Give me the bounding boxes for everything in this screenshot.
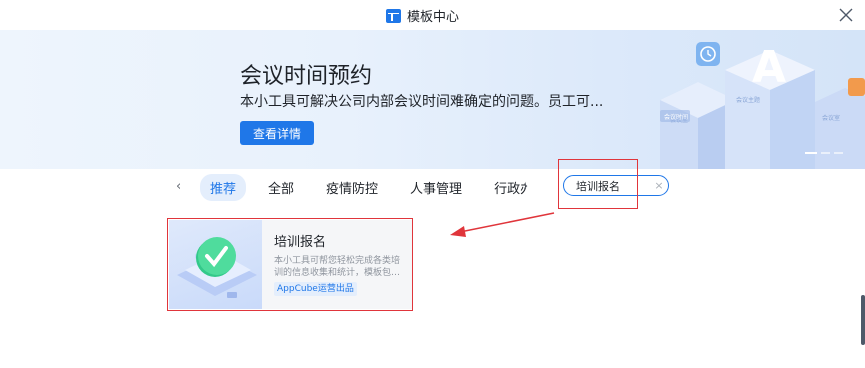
category-tabs: 推荐 全部 疫情防控 人事管理 行政办公 (200, 173, 526, 201)
check-document-icon (177, 237, 257, 298)
tabs-prev-arrow[interactable]: ‹ (176, 180, 181, 194)
tab-administration[interactable]: 行政办公 (484, 174, 526, 201)
card-title: 培训报名 (274, 235, 327, 250)
banner-dot[interactable] (821, 152, 830, 154)
search-value: 培训报名 (576, 179, 620, 193)
publisher-badge: AppCube运营出品 (274, 282, 357, 296)
banner-letter-a: A (752, 42, 786, 93)
tab-hr-management[interactable]: 人事管理 (400, 174, 472, 201)
template-search-input[interactable]: 培训报名 × (563, 175, 669, 196)
template-card-training-registration[interactable]: 培训报名 本小工具可帮您轻松完成各类培训的信息收集和统计，模板包含员... Ap… (169, 220, 412, 309)
banner-art-label: 会议时间 (664, 113, 688, 121)
view-details-button[interactable]: 查看详情 (240, 121, 314, 145)
banner-art-label: 会议主题 (736, 96, 760, 104)
tab-epidemic-prevention[interactable]: 疫情防控 (316, 174, 388, 201)
window-title: 模板中心 (407, 10, 460, 25)
tab-recommended[interactable]: 推荐 (200, 173, 247, 201)
template-center-icon (386, 8, 401, 23)
tab-all[interactable]: 全部 (258, 174, 304, 201)
clear-search-icon[interactable]: × (650, 179, 668, 192)
banner-pagination[interactable] (805, 152, 843, 154)
banner-dot[interactable] (834, 152, 843, 154)
close-icon[interactable] (837, 6, 855, 24)
featured-banner[interactable]: 会议时间预约 本小工具可解决公司内部会议时间难确定的问题。员工可... 查看详情… (0, 30, 865, 169)
banner-dot[interactable] (805, 152, 817, 154)
template-center-window: 模板中心 会议时间预约 本小工具可解决公司内部会议时间难确定的问题。员工可...… (0, 0, 865, 368)
banner-description: 本小工具可解决公司内部会议时间难确定的问题。员工可... (240, 94, 604, 110)
scrollbar-thumb[interactable] (861, 295, 865, 345)
tabs-next-arrow[interactable]: › (523, 180, 528, 194)
banner-title: 会议时间预约 (240, 64, 373, 89)
card-thumbnail (169, 220, 262, 309)
title-bar: 模板中心 (0, 0, 865, 30)
card-description: 本小工具可帮您轻松完成各类培训的信息收集和统计，模板包含员... (274, 256, 401, 278)
banner-illustration: A 会议室 会议主题 会议室 会议时间 (660, 42, 865, 169)
banner-art-label: 会议室 (822, 114, 840, 122)
title-group: 模板中心 (386, 6, 459, 25)
annotation-arrow (450, 212, 555, 237)
